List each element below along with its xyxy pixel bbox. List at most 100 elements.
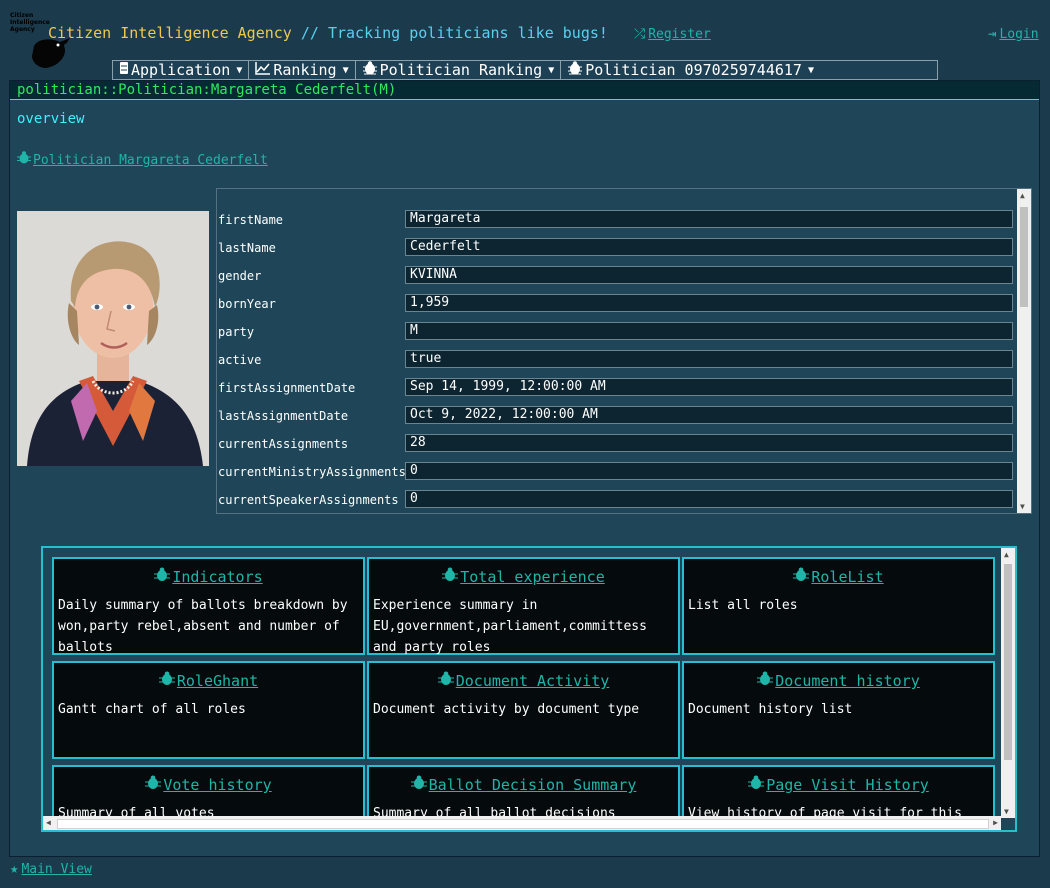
- bug-icon: [437, 671, 454, 690]
- party-field[interactable]: M: [405, 322, 1013, 340]
- current-assignments-field[interactable]: 28: [405, 434, 1013, 452]
- bug-icon: [757, 671, 774, 690]
- tagline-text: // Tracking politicians like bugs!: [291, 24, 608, 42]
- sign-in-icon: ⇥: [988, 26, 997, 42]
- field-label: lastName: [218, 241, 276, 255]
- field-label: active: [218, 353, 262, 367]
- form-scrollbar[interactable]: ▲ ▼: [1017, 189, 1031, 513]
- bug-icon: [145, 775, 162, 794]
- field-label: lastAssignmentDate: [218, 409, 349, 423]
- active-field[interactable]: true: [405, 350, 1013, 368]
- ballot-decision-summary-link[interactable]: Ballot Decision Summary: [429, 776, 637, 794]
- scrollbar-thumb[interactable]: [1004, 564, 1012, 760]
- page-title: politician::Politician:Margareta Cederfe…: [17, 82, 397, 98]
- bug-icon: [567, 61, 583, 79]
- document-activity-link[interactable]: Document Activity: [456, 672, 610, 690]
- last-assignment-date-field[interactable]: Oct 9, 2022, 12:00:00 AM: [405, 406, 1013, 424]
- form-row-bornyear: bornYear 1,959: [217, 294, 1017, 314]
- scroll-up-icon[interactable]: ▲: [1020, 191, 1025, 200]
- login-link[interactable]: ⇥ Login: [988, 26, 1039, 42]
- brand-name: Citizen Intelligence Agency: [48, 24, 292, 42]
- first-assignment-date-field[interactable]: Sep 14, 1999, 12:00:00 AM: [405, 378, 1013, 396]
- menu-politician[interactable]: Politician 0970259744617 ▼: [561, 61, 820, 79]
- scroll-down-icon[interactable]: ▼: [1004, 807, 1009, 816]
- scroll-left-icon[interactable]: ◀: [46, 818, 51, 827]
- chevron-down-icon: ▼: [236, 64, 243, 76]
- menu-politician-ranking-label: Politician Ranking: [379, 61, 543, 79]
- card-document-history: Document history Document history list: [682, 661, 995, 759]
- politician-photo: [17, 211, 209, 466]
- ministry-assignments-field[interactable]: 0: [405, 462, 1013, 480]
- bug-icon: [442, 567, 459, 586]
- lastname-field[interactable]: Cederfelt: [405, 238, 1013, 256]
- cards-horizontal-scrollbar[interactable]: ◀ ▶: [43, 816, 1001, 830]
- chevron-down-icon: ▼: [548, 64, 555, 76]
- card-document-activity: Document Activity Document activity by d…: [367, 661, 680, 759]
- register-label[interactable]: Register: [648, 27, 711, 42]
- scrollbar-thumb[interactable]: [57, 819, 989, 829]
- bug-icon: [410, 775, 427, 794]
- bug-icon: [17, 151, 31, 168]
- gender-field[interactable]: KVINNA: [405, 266, 1013, 284]
- field-label: firstName: [218, 213, 284, 227]
- menu-application-label: Application: [131, 61, 231, 79]
- scroll-up-icon[interactable]: ▲: [1004, 550, 1009, 559]
- menu-ranking[interactable]: Ranking ▼: [249, 61, 356, 79]
- login-label[interactable]: Login: [999, 27, 1038, 42]
- menu-ranking-label: Ranking: [273, 61, 337, 79]
- firstname-field[interactable]: Margareta: [405, 210, 1013, 228]
- menu-politician-ranking[interactable]: Politician Ranking ▼: [356, 61, 562, 79]
- menu-application[interactable]: Application ▼: [113, 61, 250, 79]
- form-row-current-assignments: currentAssignments 28: [217, 434, 1017, 454]
- card-rolelist: RoleList List all roles: [682, 557, 995, 655]
- form-row-speaker-assignments: currentSpeakerAssignments 0: [217, 490, 1017, 510]
- shuffle-icon: ⤮: [634, 26, 646, 42]
- scrollbar-thumb[interactable]: [1020, 207, 1028, 307]
- card-description: Gantt chart of all roles: [58, 702, 246, 717]
- register-link[interactable]: ⤮ Register: [634, 26, 711, 42]
- form-row-active: active true: [217, 350, 1017, 370]
- card-roleghant: RoleGhant Gantt chart of all roles: [52, 661, 365, 759]
- page-visit-history-link[interactable]: Page Visit History: [766, 776, 929, 794]
- server-icon: [119, 61, 129, 79]
- politician-details-form: firstName Margareta lastName Cederfelt g…: [216, 188, 1032, 514]
- bird-logo-icon: [32, 38, 70, 68]
- document-history-link[interactable]: Document history: [775, 672, 920, 690]
- indicators-link[interactable]: Indicators: [172, 568, 262, 586]
- form-row-gender: gender KVINNA: [217, 266, 1017, 286]
- bug-icon: [748, 775, 765, 794]
- section-heading: overview: [17, 111, 85, 127]
- bornyear-field[interactable]: 1,959: [405, 294, 1013, 312]
- card-description: List all roles: [688, 598, 798, 613]
- bug-icon: [793, 567, 810, 586]
- roleghant-link[interactable]: RoleGhant: [177, 672, 258, 690]
- scroll-down-icon[interactable]: ▼: [1020, 502, 1025, 511]
- line-chart-icon: [255, 61, 271, 79]
- cia-logo: Citizen Intelligence Agency: [8, 12, 72, 72]
- form-row-party: party M: [217, 322, 1017, 342]
- speaker-assignments-field[interactable]: 0: [405, 490, 1013, 508]
- site-tagline: Citizen Intelligence Agency // Tracking …: [48, 24, 608, 42]
- card-description: Document activity by document type: [373, 702, 640, 717]
- menu-politician-label: Politician 0970259744617: [585, 61, 802, 79]
- scroll-right-icon[interactable]: ▶: [993, 818, 998, 827]
- politician-link[interactable]: Politician Margareta Cederfelt: [17, 151, 268, 168]
- vote-history-link[interactable]: Vote history: [163, 776, 271, 794]
- field-label: gender: [218, 269, 262, 283]
- form-row-lastname: lastName Cederfelt: [217, 238, 1017, 258]
- form-row-last-assignment: lastAssignmentDate Oct 9, 2022, 12:00:00…: [217, 406, 1017, 426]
- field-label: bornYear: [218, 297, 276, 311]
- bug-icon: [158, 671, 175, 690]
- rolelist-link[interactable]: RoleList: [811, 568, 883, 586]
- politician-link-label[interactable]: Politician Margareta Cederfelt: [33, 153, 268, 168]
- main-view-link[interactable]: ★ Main View: [10, 861, 92, 877]
- main-view-label[interactable]: Main View: [21, 862, 91, 877]
- total-experience-link[interactable]: Total experience: [460, 568, 605, 586]
- form-row-ministry-assignments: currentMinistryAssignments 0: [217, 462, 1017, 482]
- chevron-down-icon: ▼: [342, 64, 349, 76]
- cards-vertical-scrollbar[interactable]: ▲ ▼: [1001, 548, 1015, 818]
- form-row-firstname: firstName Margareta: [217, 210, 1017, 230]
- star-icon: ★: [10, 861, 19, 877]
- card-indicators: Indicators Daily summary of ballots brea…: [52, 557, 365, 655]
- main-menubar: Application ▼ Ranking ▼ Politician Ranki…: [112, 60, 938, 80]
